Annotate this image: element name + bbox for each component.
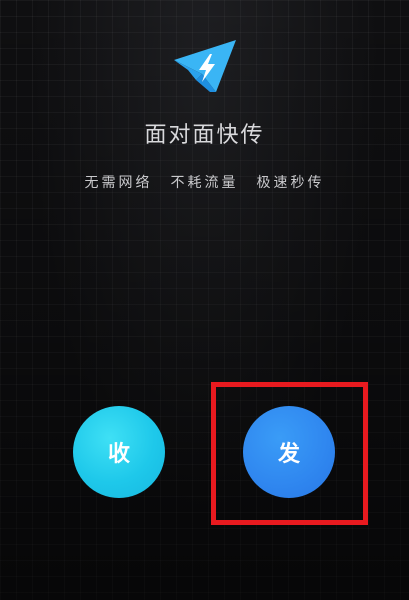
receive-button[interactable]: 收 xyxy=(73,406,165,498)
paper-plane-lightning-icon xyxy=(174,40,236,92)
feature-no-data-usage: 不耗流量 xyxy=(170,175,239,191)
page-title: 面对面快传 xyxy=(144,123,265,148)
feature-fast-transfer: 极速秒传 xyxy=(256,175,325,191)
receive-button-label: 收 xyxy=(107,442,130,467)
quick-transfer-screen: 面对面快传 无需网络 不耗流量 极速秒传 收 发 xyxy=(0,0,409,600)
feature-no-network: 无需网络 xyxy=(84,175,153,191)
highlight-box xyxy=(211,382,368,525)
feature-list: 无需网络 不耗流量 极速秒传 xyxy=(0,172,409,192)
